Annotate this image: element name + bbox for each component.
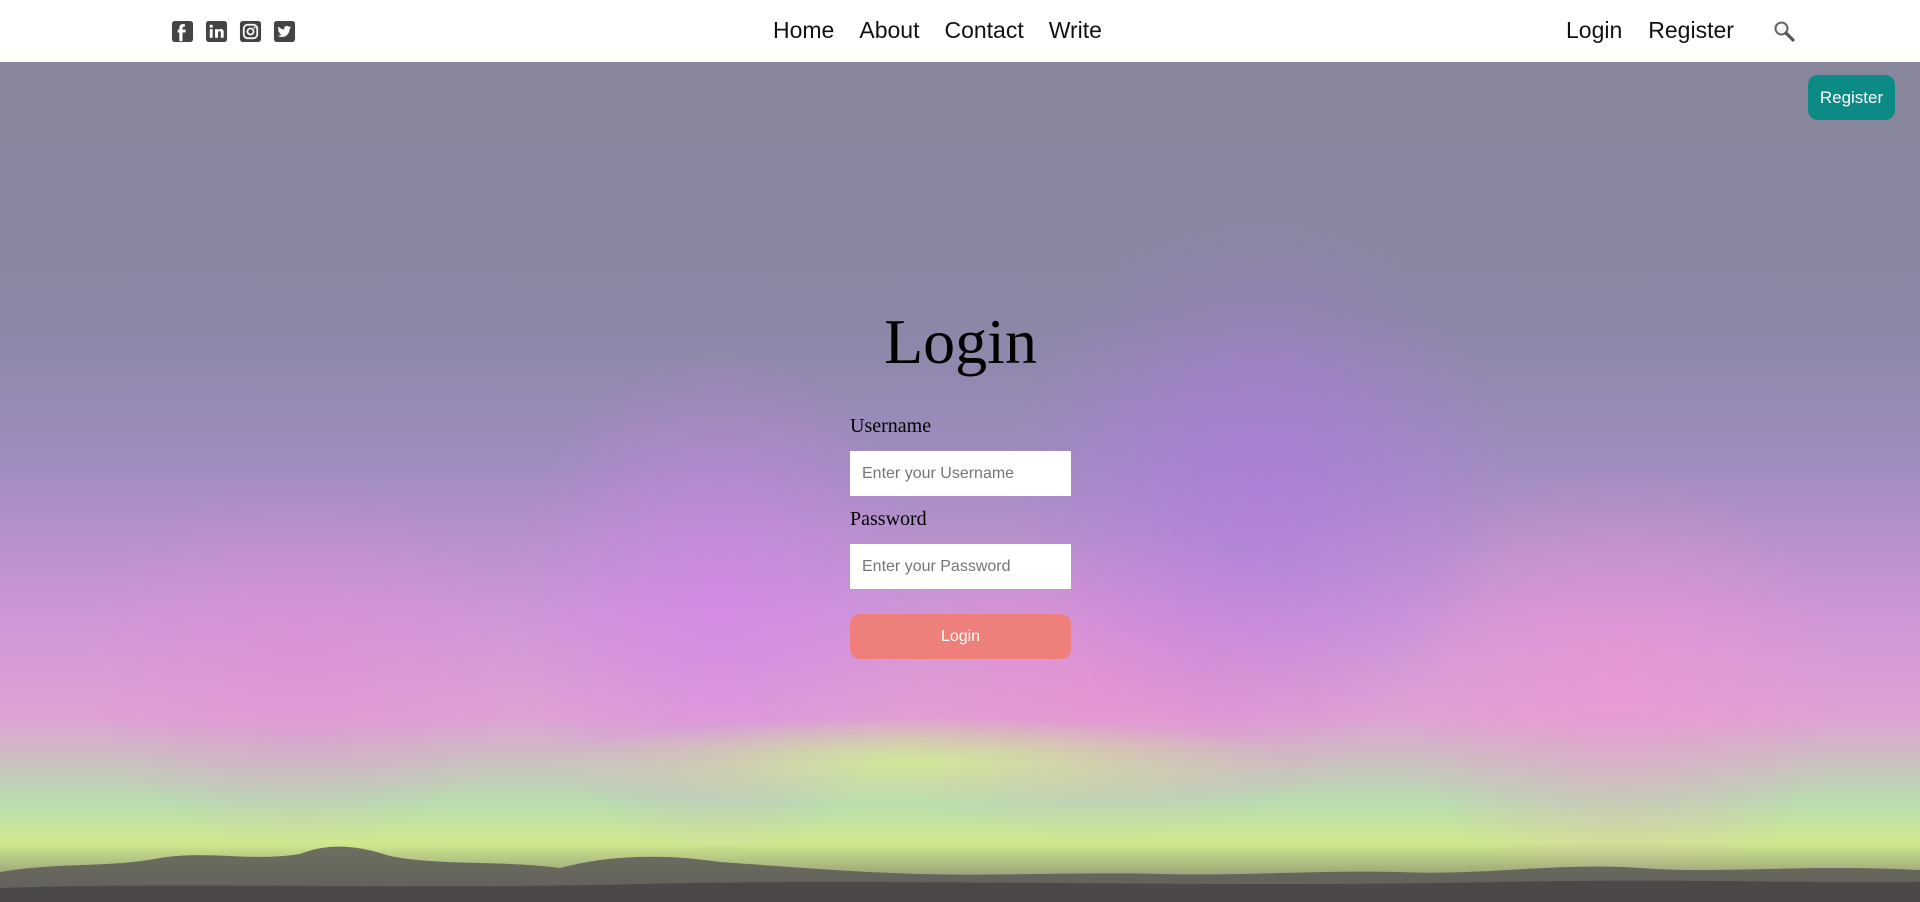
nav-home-link[interactable]: Home: [773, 16, 834, 44]
username-label: Username: [850, 415, 932, 437]
instagram-icon[interactable]: [239, 20, 262, 43]
aurora-glow: [420, 702, 1420, 822]
twitter-icon[interactable]: [273, 20, 296, 43]
treeline-silhouette: [0, 846, 1920, 902]
register-button[interactable]: Register: [1808, 75, 1895, 120]
login-title: Login: [884, 306, 1037, 377]
top-navbar: Home About Contact Write Login Register: [0, 0, 1920, 62]
nav-login-link[interactable]: Login: [1566, 16, 1622, 44]
nav-contact-link[interactable]: Contact: [944, 16, 1023, 44]
password-input[interactable]: [850, 544, 1071, 589]
nav-register-link[interactable]: Register: [1648, 16, 1734, 44]
username-input[interactable]: [850, 451, 1071, 496]
search-icon[interactable]: [1772, 19, 1796, 43]
password-label: Password: [850, 508, 927, 530]
login-submit-button[interactable]: Login: [850, 614, 1071, 659]
main-menu: Home About Contact Write: [773, 16, 1102, 44]
social-links: [171, 20, 296, 43]
auth-menu: Login Register: [1566, 16, 1734, 44]
nav-about-link[interactable]: About: [859, 16, 919, 44]
linkedin-icon[interactable]: [205, 20, 228, 43]
facebook-icon[interactable]: [171, 20, 194, 43]
nav-write-link[interactable]: Write: [1049, 16, 1102, 44]
